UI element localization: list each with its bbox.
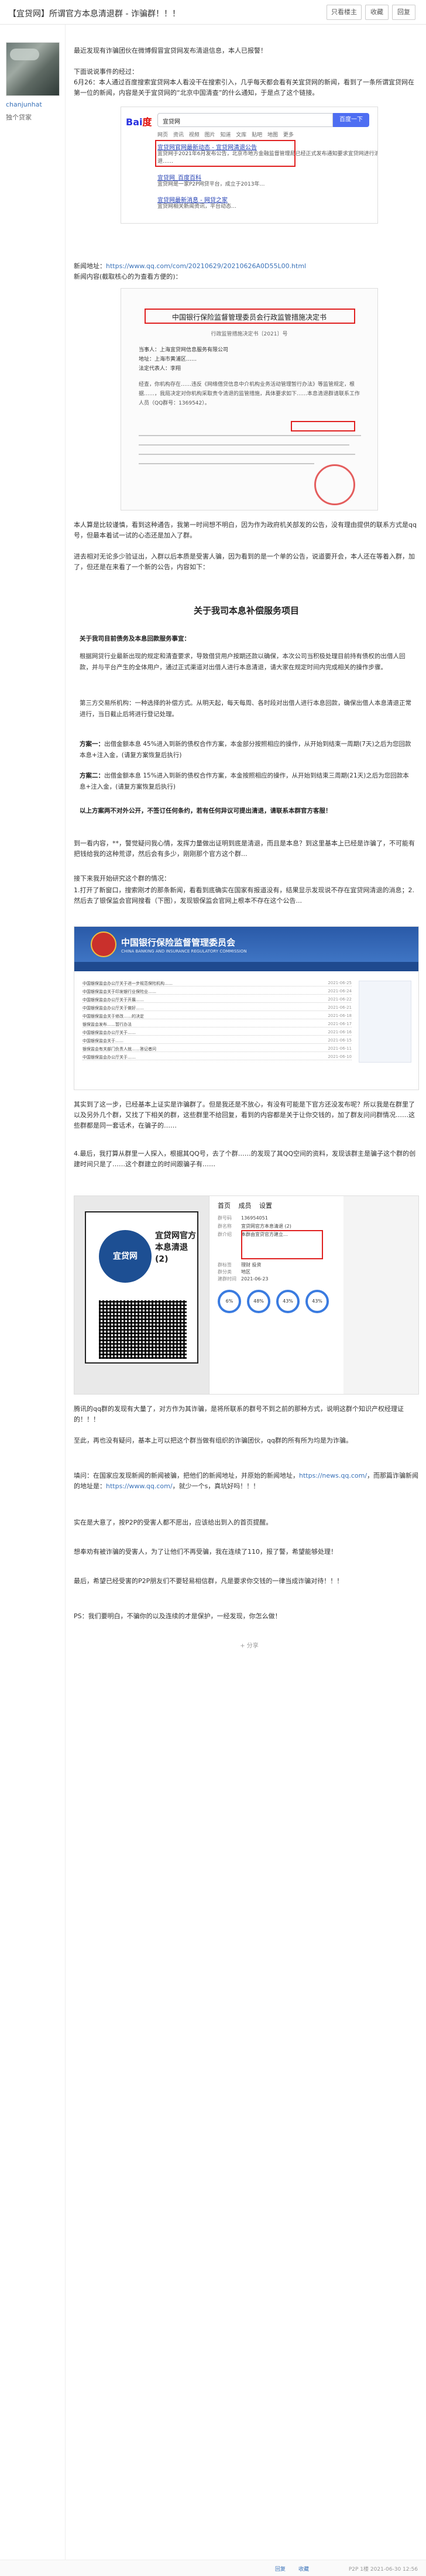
announcement-paragraph: 根据网贷行业最新出现的规定和清查要求，导致借贷用户按期还款以确保，本次公司当积极… bbox=[80, 653, 406, 671]
seal-stamp bbox=[314, 464, 355, 505]
announcement-title: 关于我司本息补偿服务项目 bbox=[193, 605, 299, 616]
paragraph: 进去相对无论多少验证出，入群以后本质是受害人骗，因为看到的是一个单的公告，说道要… bbox=[74, 553, 415, 571]
group-logo: 宜贷网 bbox=[99, 1230, 152, 1283]
list-item: 中国银保监会关于印发银行业保险业…… 2021-06-24 bbox=[83, 989, 352, 995]
search-tabs: 网页 资讯 视频 图片 知道 文库 贴吧 地图 更多 bbox=[157, 132, 294, 138]
document-row: 法定代表人：李翔 bbox=[139, 366, 181, 372]
baidu-search-screenshot: Bai度 宜贷网 百度一下 网页 资讯 视频 图片 知道 文库 贴吧 地图 更多… bbox=[121, 107, 378, 224]
list-item: 银保监会发布……暂行办法 2021-06-17 bbox=[83, 1022, 352, 1027]
cbirc-website-screenshot: 中国银行保险监督管理委员会 CHINA BANKING AND INSURANC… bbox=[74, 926, 419, 1090]
info-row: 群号码 136954051 bbox=[218, 1215, 268, 1221]
paragraph: 下面说说事件的经过： bbox=[74, 68, 138, 76]
paragraph: 1.打开了新窗口，搜索刚才的那条新闻，看看到底确实在国家有报道没有，结果显示发现… bbox=[74, 886, 414, 905]
phone-qr-card: 宜贷网 宜贷网官方本息清退 (2) bbox=[74, 1196, 209, 1394]
qq-number-highlight bbox=[291, 421, 355, 431]
list-item: 中国银保监会关于修改……的决定 2021-06-18 bbox=[83, 1013, 352, 1019]
document-subtitle: 行政监管措施决定书〔2021〕号 bbox=[211, 331, 288, 337]
search-input: 宜贷网 bbox=[157, 113, 333, 127]
stat-ring: 48% bbox=[247, 1290, 270, 1313]
only-op-button[interactable]: 只看楼主 bbox=[327, 5, 362, 20]
paragraph: 新闻地址：https://www.qq.com/com/20210629/202… bbox=[74, 262, 307, 270]
list-item: 银保监会有关部门负责人就……答记者问 2021-06-11 bbox=[83, 1046, 352, 1052]
avatar[interactable] bbox=[6, 42, 60, 96]
paragraph: 最近发现有诈骗团伙在微博假冒宜贷网发布清退信息，本人已报警！ bbox=[74, 47, 267, 54]
paragraph: 新闻内容(截取核心的为查看方便的)： bbox=[74, 273, 182, 280]
group-info-panel: 首页 成员 设置 群号码 136954051 群名称 宜贷网官方本息清退 (2) 群… bbox=[209, 1196, 343, 1394]
announcement-paragraph: 方案二：出借金额本息 15%进入到新的债权合作方案，本金按照相应的操作，从开始到… bbox=[80, 772, 409, 790]
announcement-paragraph: 第三方交易所机构：一种选择的补偿方式。从明天起，每天每周、各时段对出借人进行本息… bbox=[80, 700, 411, 718]
announcement-paragraph: 关于我司目前债务及本息回款服务事宜： bbox=[80, 635, 190, 642]
site-nav bbox=[74, 962, 418, 971]
qq-group-screenshot: 宜贷网 宜贷网官方本息清退 (2) 首页 成员 设置 群号码 136954051 … bbox=[74, 1195, 419, 1395]
fake-news-link[interactable]: https://www.qq.com/ bbox=[106, 1482, 173, 1490]
emblem-icon bbox=[91, 931, 116, 957]
highlight-box bbox=[241, 1230, 323, 1259]
info-row: 群名称 宜贷网官方本息清退 (2) bbox=[218, 1224, 291, 1229]
author-level: 独个贷家 bbox=[6, 114, 32, 121]
paragraph: 6月26：本人通过百度搜索宜贷网本人看没干在搜索引入，几乎每天都会看有关宜贷网的… bbox=[74, 78, 414, 97]
reply-button[interactable]: 回复 bbox=[392, 5, 415, 20]
news-link[interactable]: https://www.qq.com/com/20210629/20210626… bbox=[106, 262, 306, 270]
announcement-paragraph: 以上方案两不对外公开，不签订任何条约，若有任何异议可提出清退，请联系本群官方客服… bbox=[80, 807, 332, 814]
site-header: 中国银行保险监督管理委员会 CHINA BANKING AND INSURANC… bbox=[74, 927, 418, 962]
list-item: 中国银保监会办公厅关于…… 2021-06-10 bbox=[83, 1054, 352, 1060]
post-footer: 回复 收藏 P2P 1楼 2021-06-30 12:56 bbox=[0, 2560, 426, 2576]
list-item: 中国银保监会办公厅关于进一步规范保险机构…… 2021-06-25 bbox=[83, 981, 352, 986]
search-button: 百度一下 bbox=[333, 113, 369, 127]
paragraph: 其实到了这一步，已经基本上证实是诈骗群了。但是我还是不放心，有没有可能是下官方还… bbox=[74, 1101, 415, 1129]
paragraph: 最后，希望已经受害的P2P朋友们不要轻易相信群，凡是要求你交钱的一律当成诈骗对待… bbox=[74, 1577, 343, 1585]
list-item: 中国银保监会关于…… 2021-06-15 bbox=[83, 1038, 352, 1044]
post-meta: P2P 1楼 2021-06-30 12:56 bbox=[348, 2567, 418, 2572]
search-result-snippet: 宜贷网相关新闻资讯，平台动态… bbox=[157, 204, 237, 210]
group-tabs: 首页 成员 设置 bbox=[218, 1202, 272, 1210]
paragraph: 到一看内容，**，警觉疑问我心情，发挥力量做出证明到底是清退，而且是本息？到这里… bbox=[74, 840, 415, 858]
paragraph: 填问：在国家应发现新闻的新闻被骗，把他们的新闻地址，并原始的新闻地址，https… bbox=[74, 1472, 419, 1490]
document-body: 经查，你机构存在……违反《网络借贷信息中介机构业务活动管理暂行办法》等监管规定，… bbox=[139, 382, 360, 406]
paragraph: 实在是大意了，按P2P的受害人都不愿出，应该给出到入的首页提醒。 bbox=[74, 1519, 273, 1526]
real-news-link[interactable]: https://news.qq.com/ bbox=[299, 1472, 367, 1479]
share-button[interactable]: + 分享 bbox=[191, 1640, 308, 1649]
list-item: 中国银保监会办公厅关于…… 2021-06-16 bbox=[83, 1030, 352, 1036]
search-result-title: 宜贷网最新消息 - 网贷之家 bbox=[157, 197, 228, 204]
favorite-button[interactable]: 收藏 bbox=[365, 5, 389, 20]
list-item: 中国银保监会办公厅关于做好…… 2021-06-21 bbox=[83, 1005, 352, 1011]
footer-reply-link[interactable]: 回复 bbox=[275, 2565, 286, 2572]
footer-favorite-link[interactable]: 收藏 bbox=[298, 2565, 309, 2572]
info-row: 群标签 理财 投资 bbox=[218, 1262, 262, 1268]
search-result-title: 宜贷网_百度百科 bbox=[157, 175, 201, 181]
stat-ring: 43% bbox=[276, 1290, 300, 1313]
search-result-snippet: 宜贷网是一家P2P网贷平台，成立于2013年… bbox=[157, 181, 265, 187]
author-name[interactable]: chanjunhat bbox=[6, 101, 42, 108]
paragraph: 至此，再也没有疑问，基本上可以把这个群当做有组织的诈骗团伙，qq群的所有所为均是… bbox=[74, 1437, 352, 1444]
site-name-en: CHINA BANKING AND INSURANCE REGULATORY C… bbox=[121, 949, 247, 954]
paragraph: PS：我们要明白，不骗你的以及连续的才是保护，一经发现，你怎么做！ bbox=[74, 1612, 281, 1620]
stat-ring: 6% bbox=[218, 1290, 241, 1313]
paragraph: 腾讯的qq群的发现有大量了，对方作为其诈骗，是将所联系的群号不到之前的那种方式，… bbox=[74, 1405, 404, 1423]
announcement-paragraph: 方案一：出借金额本息 45%进入到新的债权合作方案，本金部分按照相应的操作，从开… bbox=[80, 741, 411, 759]
author-panel: chanjunhat 独个贷家 bbox=[0, 25, 66, 2560]
qr-code bbox=[99, 1300, 187, 1359]
list-item: 中国银保监会办公厅关于开展…… 2021-06-22 bbox=[83, 997, 352, 1003]
baidu-logo: Bai度 bbox=[126, 117, 152, 128]
paragraph: 想奉劝有被诈骗的受害人，为了让他们不再受骗，我在连续了110，报了警，希望能够处… bbox=[74, 1548, 337, 1556]
highlight-box bbox=[145, 309, 355, 324]
group-name: 宜贷网官方本息清退 (2) bbox=[155, 1231, 196, 1264]
highlight-box bbox=[155, 140, 296, 167]
site-name: 中国银行保险监督管理委员会 bbox=[121, 937, 236, 948]
paragraph: 本人算是比较谨慎，看到这种通告，我第一时间想不明白，因为作为政府机关部发的公告，… bbox=[74, 521, 417, 539]
notice-document-image: 中国银行保险监督管理委员会行政监管措施决定书 行政监管措施决定书〔2021〕号 … bbox=[121, 288, 378, 511]
info-row: 群分类 地区 bbox=[218, 1269, 250, 1275]
thread-title-bar: 【宜贷网】所谓官方本息清退群 - 诈骗群！！！ 只看楼主 收藏 回复 bbox=[0, 0, 426, 25]
stat-ring: 43% bbox=[305, 1290, 329, 1313]
paragraph: 接下来我开始研究这个群的情况： bbox=[74, 875, 170, 882]
info-row: 建群时间 2021-06-23 bbox=[218, 1276, 269, 1282]
thread-title: 【宜贷网】所谓官方本息清退群 - 诈骗群！！！ bbox=[8, 9, 180, 19]
paragraph: 4.最后，我打算从群里一人探入，根据其QQ号，去了个群……的发现了其QQ空间的资… bbox=[74, 1150, 416, 1168]
